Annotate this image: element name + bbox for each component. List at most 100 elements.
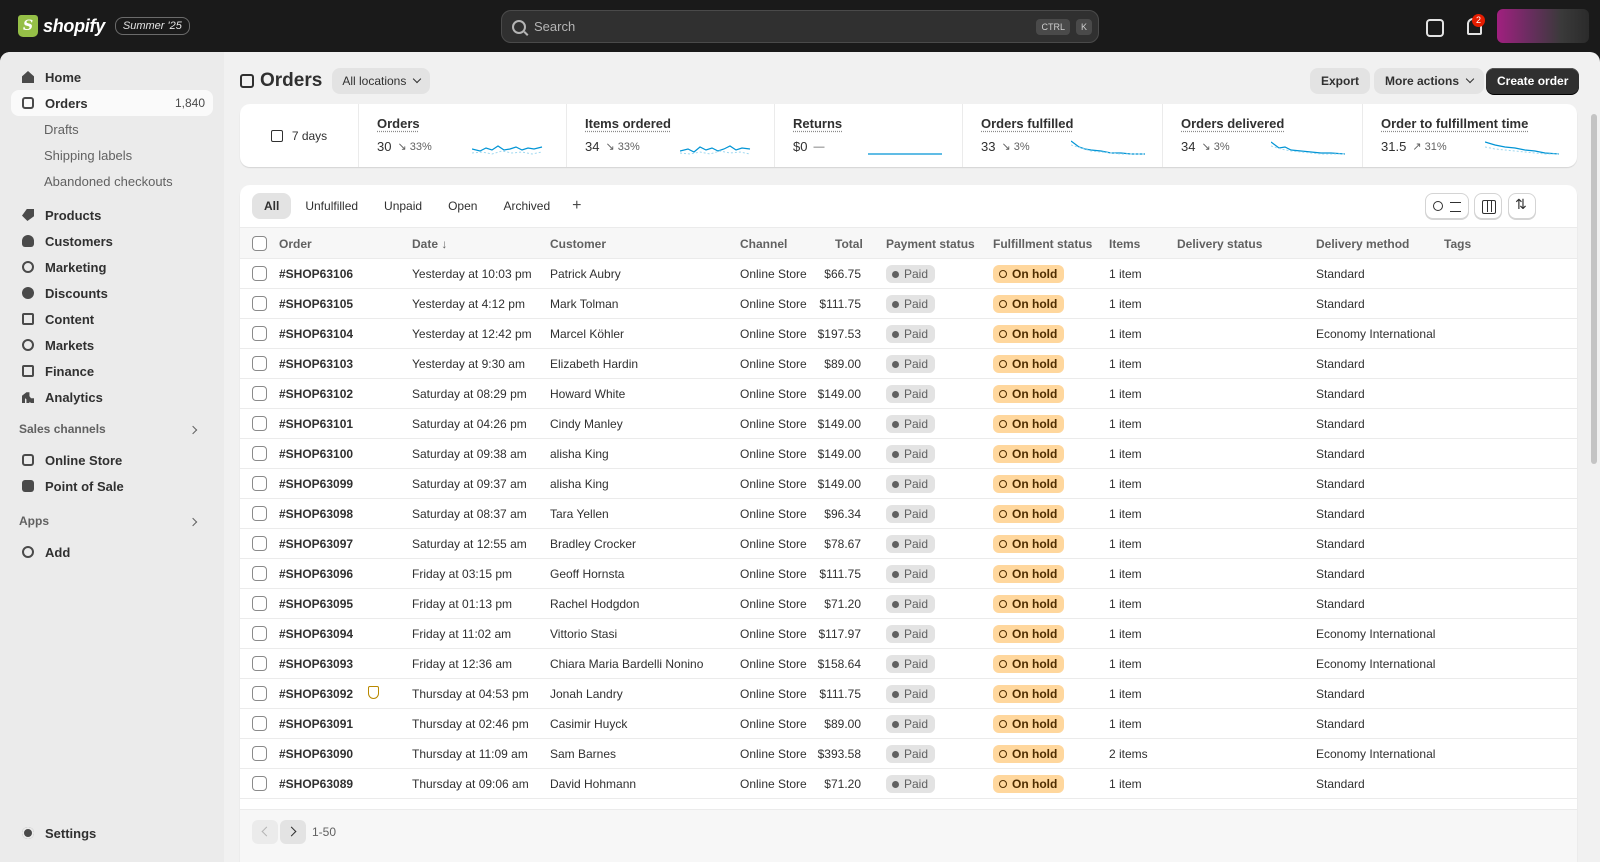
more-actions-button[interactable]: More actions xyxy=(1374,68,1485,94)
row-checkbox[interactable] xyxy=(252,626,267,641)
customer-name[interactable]: Chiara Maria Bardelli Nonino xyxy=(550,657,703,671)
item-count[interactable]: 1 item xyxy=(1109,327,1142,341)
order-number[interactable]: #SHOP63102 xyxy=(279,387,353,401)
customer-name[interactable]: Bradley Crocker xyxy=(550,537,636,551)
sidebar-item-drafts[interactable]: Drafts xyxy=(44,122,79,137)
column-date[interactable]: Date ↓ xyxy=(412,237,447,251)
item-count[interactable]: 1 item xyxy=(1109,567,1142,581)
table-row[interactable]: #SHOP63100 Saturday at 09:38 am alisha Kin… xyxy=(240,439,1577,469)
sidebar-item-discounts[interactable]: Discounts xyxy=(11,280,213,306)
item-count[interactable]: 1 item xyxy=(1109,357,1142,371)
tab-unpaid[interactable]: Unpaid xyxy=(372,193,434,219)
column-tags[interactable]: Tags xyxy=(1444,237,1471,251)
customer-name[interactable]: Cindy Manley xyxy=(550,417,623,431)
customer-name[interactable]: Sam Barnes xyxy=(550,747,616,761)
customer-name[interactable]: alisha King xyxy=(550,477,609,491)
row-checkbox[interactable] xyxy=(252,446,267,461)
sidebar-item-home[interactable]: Home xyxy=(11,64,213,90)
customer-name[interactable]: Howard White xyxy=(550,387,625,401)
row-checkbox[interactable] xyxy=(252,746,267,761)
sidebar-item-customers[interactable]: Customers xyxy=(11,228,213,254)
row-checkbox[interactable] xyxy=(252,776,267,791)
row-checkbox[interactable] xyxy=(252,386,267,401)
date-range-picker[interactable]: 7 days xyxy=(240,104,359,167)
column-delivery-method[interactable]: Delivery method xyxy=(1316,237,1409,251)
item-count[interactable]: 1 item xyxy=(1109,507,1142,521)
sidebar-item-content[interactable]: Content xyxy=(11,306,213,332)
customer-name[interactable]: Vittorio Stasi xyxy=(550,627,617,641)
order-number[interactable]: #SHOP63099 xyxy=(279,477,353,491)
metric-items-ordered[interactable]: Items ordered 34 ↘ 33% xyxy=(567,104,775,167)
column-items[interactable]: Items xyxy=(1109,237,1140,251)
chevron-right-icon[interactable] xyxy=(188,425,198,435)
row-checkbox[interactable] xyxy=(252,686,267,701)
location-selector[interactable]: All locations xyxy=(332,68,431,94)
table-row[interactable]: #SHOP63103 Yesterday at 9:30 am Elizabeth … xyxy=(240,349,1577,379)
column-delivery-status[interactable]: Delivery status xyxy=(1177,237,1262,251)
customer-name[interactable]: alisha King xyxy=(550,447,609,461)
column-order[interactable]: Order xyxy=(279,237,312,251)
apps-heading[interactable]: Apps xyxy=(19,514,49,528)
order-number[interactable]: #SHOP63106 xyxy=(279,267,353,281)
metric-order-to-fulfillment[interactable]: Order to fulfillment time 31.5 ↗ 31% xyxy=(1363,104,1577,167)
previous-page-button[interactable] xyxy=(252,820,278,844)
select-all-checkbox[interactable] xyxy=(252,236,267,251)
column-channel[interactable]: Channel xyxy=(740,237,787,251)
tab-archived[interactable]: Archived xyxy=(491,193,562,219)
item-count[interactable]: 1 item xyxy=(1109,417,1142,431)
order-number[interactable]: #SHOP63100 xyxy=(279,447,353,461)
create-order-button[interactable]: Create order xyxy=(1486,68,1580,94)
table-row[interactable]: #SHOP63105 Yesterday at 4:12 pm Mark Tolma… xyxy=(240,289,1577,319)
metric-orders-fulfilled[interactable]: Orders fulfilled 33 ↘ 3% xyxy=(963,104,1163,167)
search-filter-button[interactable] xyxy=(1425,193,1469,219)
order-number[interactable]: #SHOP63089 xyxy=(279,777,353,791)
sidebar-item-marketing[interactable]: Marketing xyxy=(11,254,213,280)
table-row[interactable]: #SHOP63090 Thursday at 11:09 am Sam Barnes… xyxy=(240,739,1577,769)
sidebar-item-products[interactable]: Products xyxy=(11,202,213,228)
metric-orders[interactable]: Orders 30 ↘ 33% xyxy=(359,104,567,167)
row-checkbox[interactable] xyxy=(252,266,267,281)
metric-orders-delivered[interactable]: Orders delivered 34 ↘ 3% xyxy=(1163,104,1363,167)
order-number[interactable]: #SHOP63096 xyxy=(279,567,353,581)
item-count[interactable]: 2 items xyxy=(1109,747,1148,761)
table-row[interactable]: #SHOP63094 Friday at 11:02 am Vittorio Sta… xyxy=(240,619,1577,649)
next-page-button[interactable] xyxy=(280,820,306,844)
table-row[interactable]: #SHOP63104 Yesterday at 12:42 pm Marcel Kö… xyxy=(240,319,1577,349)
customer-name[interactable]: Rachel Hodgdon xyxy=(550,597,639,611)
add-view-button[interactable]: + xyxy=(572,197,581,215)
tab-open[interactable]: Open xyxy=(436,193,489,219)
customer-name[interactable]: Casimir Huyck xyxy=(550,717,627,731)
store-icon[interactable] xyxy=(1423,16,1444,37)
table-row[interactable]: #SHOP63106 Yesterday at 10:03 pm Patrick A… xyxy=(240,259,1577,289)
tab-all[interactable]: All xyxy=(252,193,292,219)
order-number[interactable]: #SHOP63094 xyxy=(279,627,353,641)
row-checkbox[interactable] xyxy=(252,356,267,371)
order-number[interactable]: #SHOP63093 xyxy=(279,657,353,671)
sidebar-item-add-app[interactable]: Add xyxy=(11,539,213,565)
order-number[interactable]: #SHOP63098 xyxy=(279,507,353,521)
table-row[interactable]: #SHOP63102 Saturday at 08:29 pm Howard Whi… xyxy=(240,379,1577,409)
sidebar-item-analytics[interactable]: Analytics xyxy=(11,384,213,410)
row-checkbox[interactable] xyxy=(252,506,267,521)
table-row[interactable]: #SHOP63093 Friday at 12:36 am Chiara Maria… xyxy=(240,649,1577,679)
sort-button[interactable] xyxy=(1508,193,1536,219)
table-row[interactable]: #SHOP63089 Thursday at 09:06 am David Hohm… xyxy=(240,769,1577,799)
sidebar-item-online-store[interactable]: Online Store xyxy=(11,447,213,473)
table-row[interactable]: #SHOP63098 Saturday at 08:37 am Tara Yelle… xyxy=(240,499,1577,529)
tab-unfulfilled[interactable]: Unfulfilled xyxy=(293,193,370,219)
sidebar-item-orders[interactable]: Orders 1,840 xyxy=(11,90,213,116)
item-count[interactable]: 1 item xyxy=(1109,657,1142,671)
item-count[interactable]: 1 item xyxy=(1109,627,1142,641)
item-count[interactable]: 1 item xyxy=(1109,387,1142,401)
table-row[interactable]: #SHOP63092 Thursday at 04:53 pm Jonah Land… xyxy=(240,679,1577,709)
row-checkbox[interactable] xyxy=(252,476,267,491)
table-row[interactable]: #SHOP63097 Saturday at 12:55 am Bradley Cr… xyxy=(240,529,1577,559)
table-row[interactable]: #SHOP63091 Thursday at 02:46 pm Casimir Hu… xyxy=(240,709,1577,739)
item-count[interactable]: 1 item xyxy=(1109,297,1142,311)
table-row[interactable]: #SHOP63095 Friday at 01:13 pm Rachel Hodgd… xyxy=(240,589,1577,619)
order-number[interactable]: #SHOP63104 xyxy=(279,327,353,341)
sidebar-item-abandoned-checkouts[interactable]: Abandoned checkouts xyxy=(44,174,173,189)
row-checkbox[interactable] xyxy=(252,656,267,671)
export-button[interactable]: Export xyxy=(1310,68,1371,94)
sidebar-item-point-of-sale[interactable]: Point of Sale xyxy=(11,473,213,499)
